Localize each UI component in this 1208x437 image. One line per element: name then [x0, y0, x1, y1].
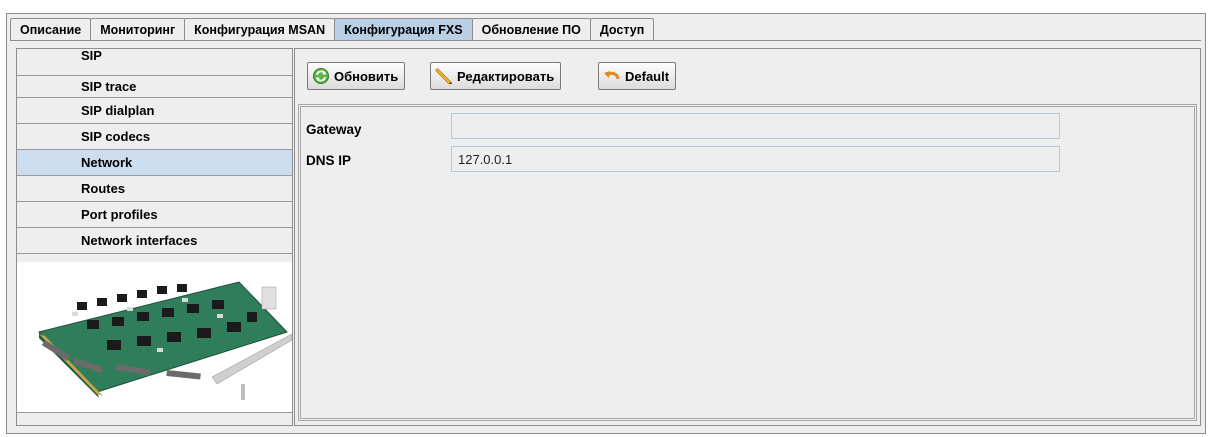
default-button[interactable]: Default — [598, 62, 677, 90]
network-settings-form: Gateway DNS IP — [298, 104, 1197, 421]
refresh-icon — [312, 67, 330, 85]
sidebar-item-network[interactable]: Network — [17, 150, 292, 176]
sidebar-item-label: SIP — [81, 48, 102, 63]
tab-fxs-config[interactable]: Конфигурация FXS — [334, 18, 473, 40]
refresh-button-label: Обновить — [334, 68, 399, 84]
sidebar-item-port-profiles[interactable]: Port profiles — [17, 202, 292, 228]
tab-monitoring[interactable]: Мониторинг — [90, 18, 186, 40]
fxs-board-image — [38, 281, 293, 400]
sidebar-item-label: SIP dialplan — [81, 102, 155, 118]
sidebar-item-network-interfaces[interactable]: Network interfaces — [17, 228, 292, 254]
gateway-field[interactable] — [451, 113, 1060, 139]
device-image — [17, 262, 293, 413]
tab-bar: Описание Мониторинг Конфигурация MSAN Ко… — [10, 18, 655, 40]
sidebar-item-sip[interactable]: SIP — [17, 49, 292, 76]
sidebar-item-label: Port profiles — [81, 206, 158, 222]
dns-ip-field[interactable] — [451, 146, 1060, 172]
gateway-label: Gateway — [306, 122, 362, 137]
sidebar-item-routes[interactable]: Routes — [17, 176, 292, 202]
sidebar: SIP SIP trace SIP dialplan SIP codecs Ne… — [16, 48, 293, 426]
default-button-label: Default — [625, 68, 670, 84]
sidebar-item-sip-trace[interactable]: SIP trace — [17, 76, 292, 98]
sidebar-item-label: SIP codecs — [81, 128, 151, 144]
sidebar-item-label: Network — [81, 154, 133, 170]
toolbar: Обновить Редактировать Default — [295, 49, 1200, 99]
sidebar-item-label: Routes — [81, 180, 126, 196]
sidebar-item-sip-dialplan[interactable]: SIP dialplan — [17, 98, 292, 124]
tab-firmware-update[interactable]: Обновление ПО — [471, 18, 591, 40]
main-panel: Обновить Редактировать Default Gateway D… — [294, 48, 1201, 426]
tab-divider — [10, 40, 1201, 41]
undo-icon — [603, 67, 621, 85]
edit-button-label: Редактировать — [457, 68, 555, 84]
tab-msan-config[interactable]: Конфигурация MSAN — [184, 18, 336, 40]
refresh-button[interactable]: Обновить — [307, 62, 406, 90]
pencil-icon — [435, 67, 453, 85]
edit-button[interactable]: Редактировать — [430, 62, 562, 90]
sidebar-item-sip-codecs[interactable]: SIP codecs — [17, 124, 292, 150]
sidebar-item-label: Network interfaces — [81, 232, 198, 248]
dns-ip-label: DNS IP — [306, 153, 352, 168]
sidebar-item-label: SIP trace — [81, 78, 137, 94]
tab-description[interactable]: Описание — [10, 18, 92, 40]
tab-access[interactable]: Доступ — [589, 18, 655, 40]
